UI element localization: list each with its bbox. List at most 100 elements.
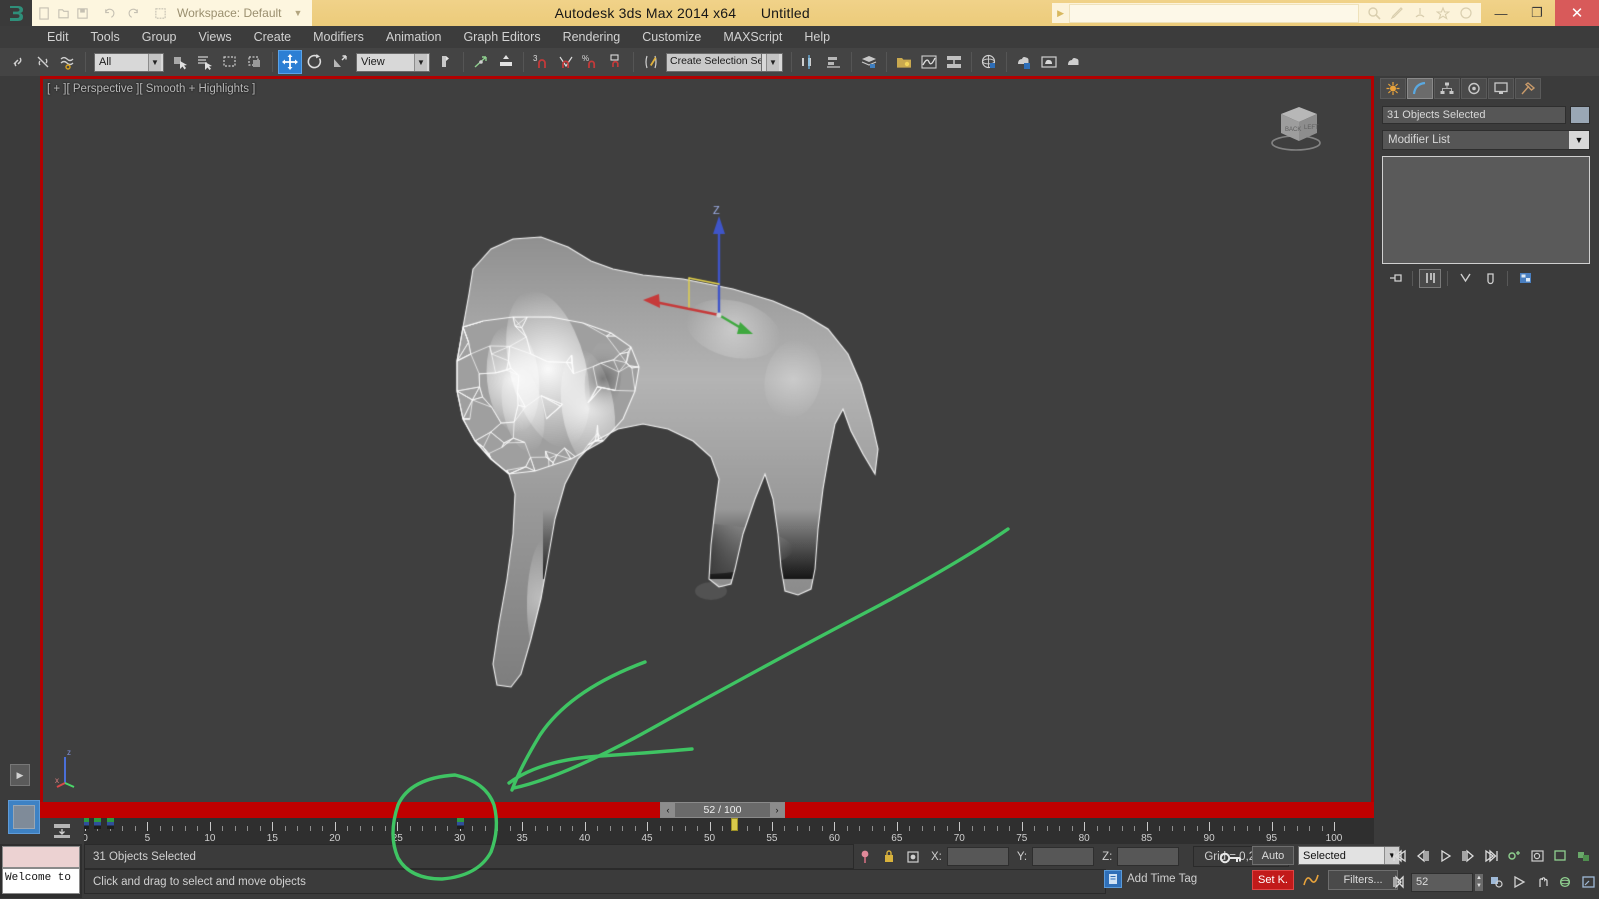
next-frame-arrow[interactable]: ›: [770, 803, 784, 817]
spinner-up-icon[interactable]: ▲: [1475, 874, 1483, 883]
chevron-down-icon[interactable]: ▼: [414, 53, 427, 71]
frame-spinner[interactable]: ▲ ▼: [1474, 872, 1484, 892]
edit-named-selection-sets-icon[interactable]: [639, 50, 663, 74]
pan-view-icon[interactable]: [1531, 871, 1553, 893]
menu-item-help[interactable]: Help: [793, 27, 841, 47]
time-tag-icon[interactable]: [1104, 870, 1122, 888]
track-bar[interactable]: 0 5 10 15 20 25 30 35 40 45 50 55 60 65 70 75 80 85 90 95 10…: [40, 818, 1374, 844]
timeline-keyframe[interactable]: [456, 818, 464, 829]
viewport-color-swatch[interactable]: [8, 800, 40, 834]
open-mini-curve-editor-icon[interactable]: [51, 822, 73, 840]
named-selection-set-dropdown[interactable]: ▼: [761, 52, 783, 72]
spinner-down-icon[interactable]: ▼: [1475, 882, 1483, 891]
current-frame-field[interactable]: 52: [1411, 872, 1473, 892]
create-tab[interactable]: [1380, 78, 1406, 99]
select-and-rotate-icon[interactable]: [303, 50, 327, 74]
zoom-extents-icon[interactable]: [1526, 845, 1548, 867]
timeline-keyframe[interactable]: [94, 818, 102, 829]
expand-panel-button[interactable]: ▶: [10, 764, 30, 786]
render-setup-icon[interactable]: [1012, 50, 1036, 74]
viewcube-widget[interactable]: BACK LEFT: [1261, 97, 1331, 155]
selection-lock-pin-icon[interactable]: [855, 846, 875, 867]
show-end-result-icon[interactable]: [1419, 268, 1441, 288]
angle-snap-toggle-icon[interactable]: [554, 50, 578, 74]
minimize-button[interactable]: —: [1483, 0, 1519, 26]
y-coordinate-field[interactable]: [1032, 847, 1095, 866]
field-of-view-icon[interactable]: [1572, 845, 1594, 867]
infocenter-search-input[interactable]: [1069, 3, 1359, 23]
maxscript-input-line[interactable]: [2, 846, 80, 868]
absolute-relative-mode-icon[interactable]: [903, 846, 923, 867]
select-and-scale-icon[interactable]: [328, 50, 352, 74]
curve-editor-icon[interactable]: [917, 50, 941, 74]
subscription-icon[interactable]: [1409, 4, 1431, 23]
menu-item-create[interactable]: Create: [243, 27, 303, 47]
open-file-icon[interactable]: [55, 4, 72, 22]
search-icon[interactable]: [1363, 4, 1385, 23]
menu-item-edit[interactable]: Edit: [36, 27, 80, 47]
close-button[interactable]: ✕: [1555, 0, 1599, 26]
modify-tab[interactable]: [1407, 78, 1433, 99]
selection-filter-combo[interactable]: All ▼: [94, 52, 164, 72]
add-time-tag-label[interactable]: Add Time Tag: [1127, 873, 1197, 885]
menu-item-tools[interactable]: Tools: [80, 27, 131, 47]
timeline-ruler[interactable]: 0 5 10 15 20 25 30 35 40 45 50 55 60 65 70 75 80 85 90 95 10…: [40, 818, 1374, 844]
render-production-icon[interactable]: [1062, 50, 1086, 74]
set-key-to-frame-icon[interactable]: [1388, 871, 1410, 893]
snaps-toggle-3d-icon[interactable]: 3: [529, 50, 553, 74]
time-configuration-icon[interactable]: [1503, 845, 1525, 867]
go-to-start-icon[interactable]: [1388, 845, 1410, 867]
rectangular-selection-region-icon[interactable]: [218, 50, 242, 74]
utilities-tab[interactable]: [1515, 78, 1541, 99]
align-icon[interactable]: [822, 50, 846, 74]
menu-item-rendering[interactable]: Rendering: [552, 27, 632, 47]
motion-tab[interactable]: [1461, 78, 1487, 99]
selection-lock-toggle-icon[interactable]: [879, 846, 899, 867]
menu-item-views[interactable]: Views: [187, 27, 242, 47]
modifier-stack-list[interactable]: [1382, 156, 1590, 264]
chevron-down-icon[interactable]: ▼: [282, 8, 307, 18]
viewport-label[interactable]: [ + ][ Perspective ][ Smooth + Highlight…: [47, 83, 255, 95]
previous-frame-icon[interactable]: [1411, 845, 1433, 867]
maximize-viewport-toggle-icon[interactable]: [1577, 871, 1599, 893]
chevron-down-icon[interactable]: ▼: [148, 53, 161, 71]
mirror-icon[interactable]: [797, 50, 821, 74]
save-file-icon[interactable]: [74, 4, 91, 22]
workspace-selector[interactable]: Workspace: Default ▼: [171, 3, 309, 23]
hierarchy-tab[interactable]: [1434, 78, 1460, 99]
modifier-list-combo[interactable]: Modifier List ▼: [1382, 130, 1590, 150]
project-folder-icon[interactable]: [152, 4, 169, 22]
new-file-icon[interactable]: [36, 4, 53, 22]
window-controls[interactable]: — ❐ ✕: [1483, 0, 1599, 26]
configure-modifier-sets-icon[interactable]: [1514, 269, 1536, 288]
use-pivot-point-center-icon[interactable]: [434, 50, 458, 74]
menu-item-maxscript[interactable]: MAXScript: [712, 27, 793, 47]
communication-center-icon[interactable]: [1455, 4, 1477, 23]
next-frame-icon[interactable]: [1457, 845, 1479, 867]
select-and-move-icon[interactable]: [278, 50, 302, 74]
menu-item-group[interactable]: Group: [131, 27, 188, 47]
undo-icon[interactable]: [100, 4, 117, 22]
application-menu-button[interactable]: [0, 0, 32, 26]
menu-item-modifiers[interactable]: Modifiers: [302, 27, 375, 47]
zoom-region-icon[interactable]: [1508, 871, 1530, 893]
quick-access-toolbar[interactable]: Workspace: Default ▼: [32, 0, 313, 26]
pin-stack-icon[interactable]: [1384, 269, 1406, 288]
favorites-star-icon[interactable]: [1432, 4, 1454, 23]
add-time-tag-control[interactable]: Add Time Tag: [1104, 866, 1224, 892]
percent-snap-toggle-icon[interactable]: %: [579, 50, 603, 74]
key-mode-toggle-icon[interactable]: [1216, 846, 1246, 870]
infocenter-expand-icon[interactable]: ▶: [1052, 8, 1069, 19]
go-to-end-icon[interactable]: [1480, 845, 1502, 867]
auto-key-button[interactable]: Auto: [1252, 846, 1294, 865]
object-color-swatch[interactable]: [1570, 106, 1590, 124]
restore-button[interactable]: ❐: [1519, 0, 1555, 26]
orbit-icon[interactable]: [1554, 871, 1576, 893]
time-slider-handle[interactable]: ‹ 52 / 100 ›: [660, 802, 785, 818]
maxscript-output-line[interactable]: Welcome to: [2, 868, 80, 894]
remove-modifier-icon[interactable]: [1479, 269, 1501, 288]
zoom-extents-all-icon[interactable]: [1549, 845, 1571, 867]
key-mode-combo[interactable]: Selected ▼: [1298, 846, 1400, 865]
select-and-manipulate-icon[interactable]: [469, 50, 493, 74]
set-key-button[interactable]: Set K.: [1252, 870, 1294, 890]
